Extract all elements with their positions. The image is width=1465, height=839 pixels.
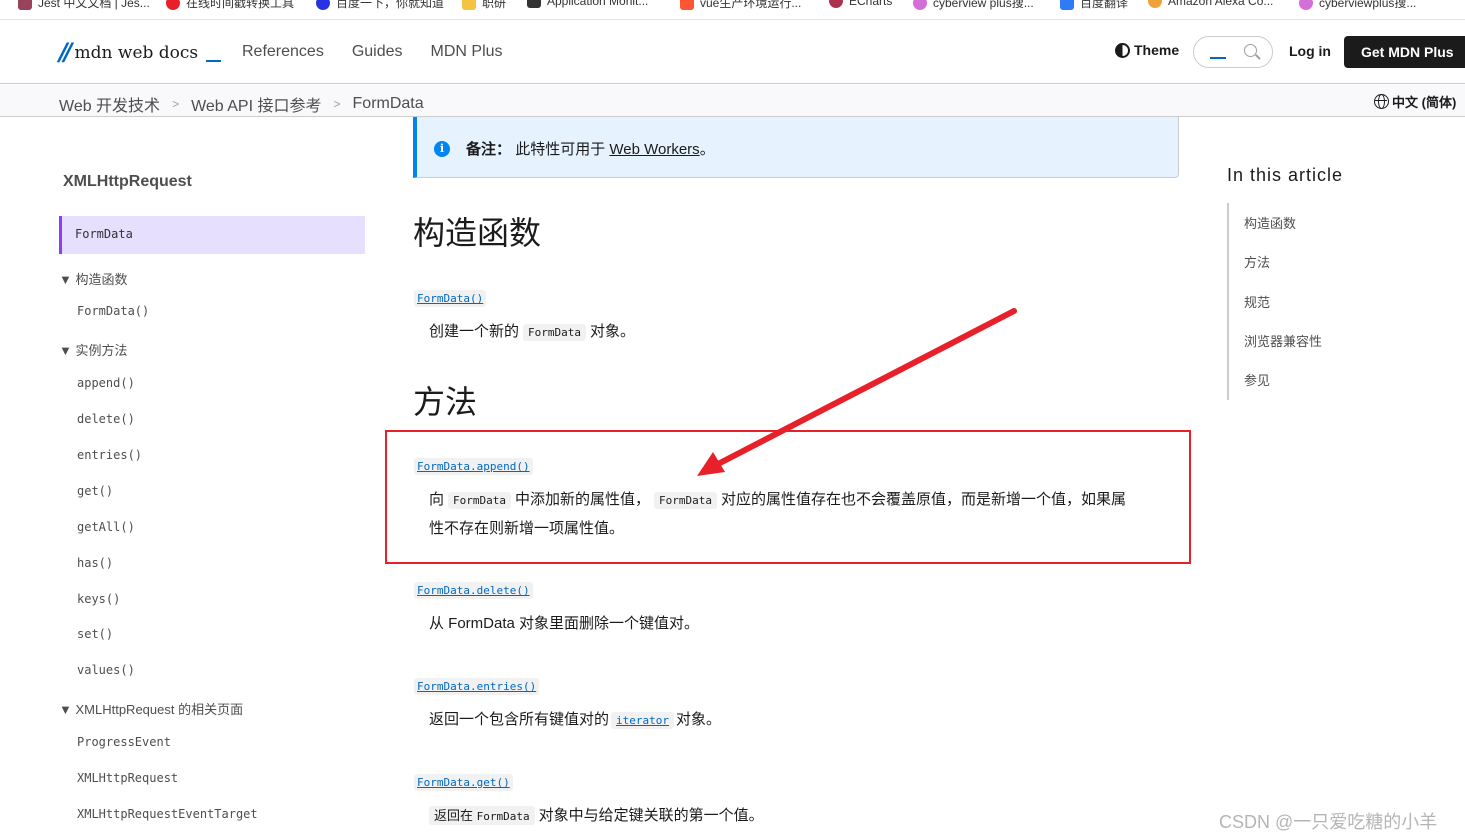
toc-rail <box>1227 203 1229 400</box>
inline-code: FormData <box>523 324 586 341</box>
watermark: CSDN @一只爱吃糖的小羊 <box>1219 812 1438 832</box>
sidebar-item[interactable]: append() <box>77 376 135 390</box>
search-caret <box>1210 57 1226 59</box>
breadcrumb-item[interactable]: Web 开发技术 <box>59 92 160 116</box>
sidebar-item[interactable]: keys() <box>77 592 120 606</box>
toc-item[interactable]: 规范 <box>1244 292 1270 311</box>
cyberview-icon <box>913 0 927 10</box>
toc-item[interactable]: 参见 <box>1244 370 1270 389</box>
sidebar-item-active[interactable]: FormData <box>59 216 365 254</box>
folder-icon <box>462 0 476 10</box>
delete-method-link[interactable]: FormData.delete() <box>414 582 533 599</box>
main-nav: References Guides MDN Plus <box>242 43 503 61</box>
search-icon[interactable] <box>1244 44 1257 57</box>
sidebar-group-methods[interactable]: ▼ 实例方法 <box>59 340 128 359</box>
translate-icon <box>1060 0 1074 10</box>
inline-code: 返回在 FormData <box>429 806 535 825</box>
sidebar-group-related[interactable]: ▼ XMLHttpRequest 的相关页面 <box>59 699 243 718</box>
bookmark[interactable]: Application Monit... <box>527 0 648 8</box>
bookmark[interactable]: cyberview plus搜... <box>913 0 1034 11</box>
sidebar-item[interactable]: get() <box>77 484 113 498</box>
iterator-link[interactable]: iterator <box>611 712 674 729</box>
sidebar-item[interactable]: has() <box>77 556 113 570</box>
csdn-icon <box>680 0 694 10</box>
sidebar-item[interactable]: ProgressEvent <box>77 735 171 749</box>
nav-references[interactable]: References <box>242 43 324 61</box>
toc-title: In this article <box>1227 165 1344 185</box>
site-header: // mdn web docs References Guides MDN Pl… <box>0 20 1465 84</box>
web-workers-link[interactable]: Web Workers <box>609 141 699 158</box>
heading-constructors: 构造函数 <box>413 215 542 251</box>
echarts-icon <box>829 0 843 8</box>
theme-button[interactable]: Theme <box>1115 42 1179 58</box>
jest-icon <box>18 0 32 10</box>
bookmarks-bar: Jest 中文文档 | Jes... 在线时间戳转换工具 百度一下，你就知道 职… <box>0 0 1465 20</box>
alexa-icon <box>1148 0 1162 8</box>
toc-item[interactable]: 浏览器兼容性 <box>1244 331 1322 350</box>
sidebar-item[interactable]: values() <box>77 663 135 677</box>
info-icon: i <box>434 141 450 157</box>
sidebar-item[interactable]: set() <box>77 627 113 641</box>
entries-description: 返回一个包含所有键值对的 iterator 对象。 <box>429 711 722 729</box>
sidebar-item[interactable]: delete() <box>77 412 135 426</box>
sidebar-item[interactable]: entries() <box>77 448 142 462</box>
breadcrumb-item[interactable]: Web API 接口参考 <box>191 92 321 116</box>
bookmark[interactable]: ECharts <box>829 0 892 8</box>
sidebar-item[interactable]: XMLHttpRequest <box>77 771 178 785</box>
chevron-right-icon: > <box>172 97 180 111</box>
sidebar-group-constructors[interactable]: ▼ 构造函数 <box>59 269 128 288</box>
logo-text: mdn web docs <box>74 43 199 63</box>
nav-mdn-plus[interactable]: MDN Plus <box>431 43 503 61</box>
sidebar-item[interactable]: FormData() <box>77 304 149 318</box>
breadcrumb: Web 开发技术 > Web API 接口参考 > FormData <box>59 92 424 116</box>
bookmark[interactable]: 在线时间戳转换工具 <box>166 0 294 11</box>
bookmark[interactable]: cyberviewplus搜... <box>1299 0 1416 11</box>
entries-method-link[interactable]: FormData.entries() <box>414 678 540 695</box>
bookmark[interactable]: 百度翻译 <box>1060 0 1128 11</box>
nav-guides[interactable]: Guides <box>352 43 403 61</box>
note-text: 备注： 此特性可用于 Web Workers。 <box>466 141 715 158</box>
language-switcher[interactable]: 中文 (简体) <box>1374 92 1456 111</box>
bookmark[interactable]: 职研 <box>462 0 506 11</box>
toc-item[interactable]: 构造函数 <box>1244 213 1296 232</box>
sidebar-title[interactable]: XMLHttpRequest <box>63 173 192 191</box>
bookmark[interactable]: 百度一下，你就知道 <box>316 0 444 11</box>
globe-icon <box>1374 94 1389 109</box>
delete-description: 从 FormData 对象里面删除一个键值对。 <box>429 615 700 632</box>
get-method-link[interactable]: FormData.get() <box>414 774 513 791</box>
constructor-description: 创建一个新的 FormData 对象。 <box>429 323 636 341</box>
mdn-logo[interactable]: // mdn web docs <box>59 38 222 66</box>
sidebar-item[interactable]: getAll() <box>77 520 135 534</box>
sidebar-item[interactable]: XMLHttpRequestEventTarget <box>77 807 258 821</box>
get-mdn-plus-button[interactable]: Get MDN Plus <box>1344 36 1465 68</box>
bookmark[interactable]: Jest 中文文档 | Jes... <box>18 0 150 11</box>
logo-cursor <box>206 60 222 62</box>
search-input[interactable] <box>1193 36 1273 68</box>
cyberview-icon <box>1299 0 1313 10</box>
theme-contrast-icon <box>1115 42 1130 58</box>
bookmark[interactable]: vue生产环境运行... <box>680 0 801 11</box>
baidu-paw-icon <box>316 0 330 10</box>
clock-icon <box>166 0 180 10</box>
get-description: 返回在 FormData 对象中与给定键关联的第一个值。 <box>429 802 764 831</box>
note-callout: i 备注： 此特性可用于 Web Workers。 <box>413 117 1179 178</box>
mdn-m-icon: // <box>59 38 72 66</box>
toc-item[interactable]: 方法 <box>1244 252 1270 271</box>
breadcrumb-bar: Web 开发技术 > Web API 接口参考 > FormData 中文 (简… <box>0 85 1465 117</box>
heading-methods: 方法 <box>413 384 478 420</box>
monitor-icon <box>527 0 541 8</box>
login-link[interactable]: Log in <box>1289 43 1331 59</box>
breadcrumb-item[interactable]: FormData <box>353 95 424 113</box>
bookmark[interactable]: Amazon Alexa Co... <box>1148 0 1273 8</box>
chevron-right-icon: > <box>333 97 341 111</box>
formdata-constructor-link[interactable]: FormData() <box>414 290 487 307</box>
annotation-highlight-box <box>385 430 1191 564</box>
